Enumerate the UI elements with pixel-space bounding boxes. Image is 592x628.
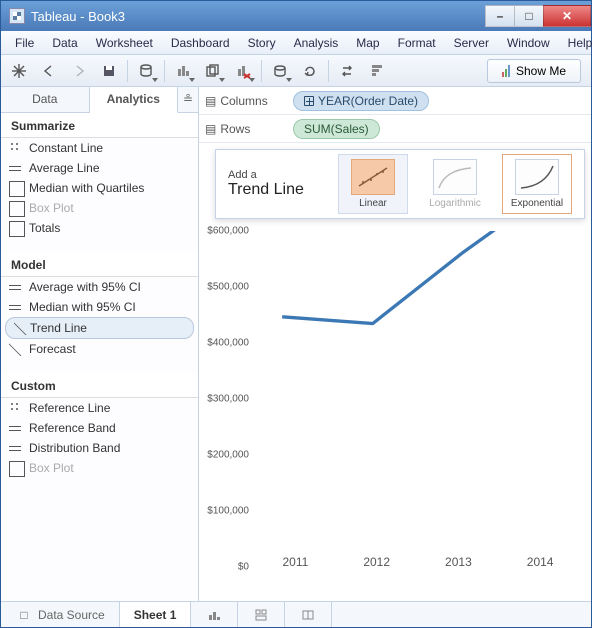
show-me-icon bbox=[502, 65, 510, 77]
menu-file[interactable]: File bbox=[7, 33, 42, 53]
show-me-button[interactable]: Show Me bbox=[487, 59, 581, 83]
new-dashboard-icon bbox=[252, 606, 270, 624]
menu-data[interactable]: Data bbox=[44, 33, 85, 53]
distribution-band-item[interactable]: Distribution Band bbox=[1, 438, 198, 458]
save-button[interactable] bbox=[95, 58, 123, 84]
menu-server[interactable]: Server bbox=[446, 33, 497, 53]
y-tick: $600,000 bbox=[207, 226, 255, 237]
rows-icon: ▤ bbox=[205, 122, 216, 136]
new-dashboard-tab[interactable] bbox=[238, 602, 285, 627]
custom-header: Custom bbox=[1, 373, 198, 398]
box-plot-item: Box Plot bbox=[1, 198, 198, 218]
logarithmic-icon bbox=[433, 159, 477, 195]
new-worksheet-button[interactable] bbox=[169, 58, 197, 84]
side-panel: Data Analytics ≗ Summarize Constant Line… bbox=[1, 87, 199, 601]
minimize-button[interactable]: – bbox=[485, 5, 515, 27]
line-chart: 2011 2012 2013 2014 bbox=[255, 231, 581, 567]
menu-worksheet[interactable]: Worksheet bbox=[88, 33, 161, 53]
back-button[interactable] bbox=[35, 58, 63, 84]
y-tick: $400,000 bbox=[207, 338, 255, 349]
x-tick: 2011 bbox=[283, 555, 309, 569]
columns-pill-year-orderdate[interactable]: YEAR(Order Date) bbox=[293, 91, 429, 111]
expand-icon bbox=[304, 96, 314, 106]
columns-icon: ▤ bbox=[205, 94, 216, 108]
forecast-item[interactable]: Forecast bbox=[1, 339, 198, 359]
auto-update-button[interactable] bbox=[266, 58, 294, 84]
new-worksheet-tab[interactable] bbox=[191, 602, 238, 627]
forward-button[interactable] bbox=[65, 58, 93, 84]
rows-pill-sum-sales[interactable]: SUM(Sales) bbox=[293, 119, 380, 139]
menu-format[interactable]: Format bbox=[390, 33, 444, 53]
data-source-button[interactable] bbox=[132, 58, 160, 84]
y-tick: $0 bbox=[238, 562, 255, 573]
custom-box-plot-item: Box Plot bbox=[1, 458, 198, 478]
sheet1-tab[interactable]: Sheet 1 bbox=[120, 602, 192, 627]
new-story-tab[interactable] bbox=[285, 602, 332, 627]
data-tab[interactable]: Data bbox=[1, 87, 90, 112]
menu-map[interactable]: Map bbox=[348, 33, 387, 53]
duplicate-sheet-button[interactable] bbox=[199, 58, 227, 84]
avg-95ci-item[interactable]: Average with 95% CI bbox=[1, 277, 198, 297]
trend-title-label: Trend Line bbox=[228, 181, 304, 199]
average-line-item[interactable]: Average Line bbox=[1, 158, 198, 178]
constant-line-item[interactable]: Constant Line bbox=[1, 138, 198, 158]
menu-analysis[interactable]: Analysis bbox=[286, 33, 347, 53]
totals-item[interactable]: Totals bbox=[1, 218, 198, 238]
exponential-icon bbox=[515, 159, 559, 195]
data-source-icon: □ bbox=[15, 606, 33, 624]
title-bar: Tableau - Book3 – □ ✕ bbox=[1, 1, 591, 31]
data-source-tab[interactable]: □ Data Source bbox=[1, 602, 120, 627]
sort-asc-button[interactable] bbox=[363, 58, 391, 84]
x-tick: 2013 bbox=[445, 555, 472, 569]
menu-help[interactable]: Help bbox=[560, 33, 592, 53]
tableau-logo-icon[interactable] bbox=[5, 58, 33, 84]
y-tick: $200,000 bbox=[207, 450, 255, 461]
trend-add-label: Add a bbox=[228, 169, 304, 181]
bottom-bar: □ Data Source Sheet 1 bbox=[1, 601, 591, 627]
pane-options-icon[interactable]: ≗ bbox=[178, 87, 198, 112]
columns-label: Columns bbox=[220, 94, 267, 108]
x-tick: 2012 bbox=[363, 555, 390, 569]
rows-shelf[interactable]: ▤ Rows SUM(Sales) bbox=[199, 115, 591, 143]
clear-sheet-button[interactable] bbox=[229, 58, 257, 84]
median-95ci-item[interactable]: Median with 95% CI bbox=[1, 297, 198, 317]
close-button[interactable]: ✕ bbox=[543, 5, 591, 27]
y-tick: $100,000 bbox=[207, 506, 255, 517]
menu-bar: File Data Worksheet Dashboard Story Anal… bbox=[1, 31, 591, 55]
trend-line-drop-popup: Add a Trend Line Linear Logarithmic bbox=[215, 149, 585, 219]
columns-shelf[interactable]: ▤ Columns YEAR(Order Date) bbox=[199, 87, 591, 115]
app-icon bbox=[9, 8, 25, 24]
model-header: Model bbox=[1, 252, 198, 277]
trend-linear-option[interactable]: Linear bbox=[338, 154, 408, 214]
x-tick: 2014 bbox=[527, 555, 554, 569]
reference-line-item[interactable]: Reference Line bbox=[1, 398, 198, 418]
toolbar: Show Me bbox=[1, 55, 591, 87]
linear-icon bbox=[351, 159, 395, 195]
summarize-header: Summarize bbox=[1, 113, 198, 138]
trend-exponential-option[interactable]: Exponential bbox=[502, 154, 572, 214]
rows-label: Rows bbox=[220, 122, 250, 136]
trend-logarithmic-option[interactable]: Logarithmic bbox=[420, 154, 490, 214]
menu-story[interactable]: Story bbox=[240, 33, 284, 53]
y-tick: $300,000 bbox=[207, 394, 255, 405]
maximize-button[interactable]: □ bbox=[514, 5, 544, 27]
y-tick: $500,000 bbox=[207, 282, 255, 293]
median-quartiles-item[interactable]: Median with Quartiles bbox=[1, 178, 198, 198]
trend-line-item[interactable]: Trend Line bbox=[5, 317, 194, 339]
analytics-tab[interactable]: Analytics bbox=[90, 87, 179, 113]
show-me-label: Show Me bbox=[516, 64, 566, 78]
swap-button[interactable] bbox=[333, 58, 361, 84]
menu-window[interactable]: Window bbox=[499, 33, 558, 53]
menu-dashboard[interactable]: Dashboard bbox=[163, 33, 238, 53]
new-worksheet-icon bbox=[205, 606, 223, 624]
reference-band-item[interactable]: Reference Band bbox=[1, 418, 198, 438]
window-title: Tableau - Book3 bbox=[31, 9, 486, 24]
new-story-icon bbox=[299, 606, 317, 624]
refresh-button[interactable] bbox=[296, 58, 324, 84]
